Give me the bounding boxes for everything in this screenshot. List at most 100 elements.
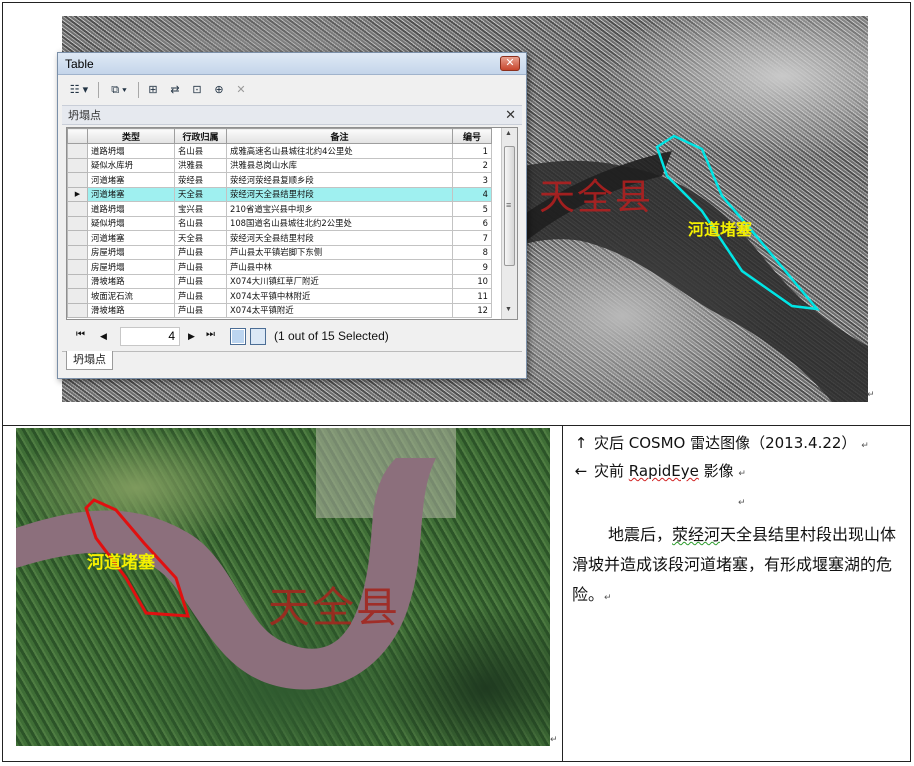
cell-remark[interactable]: 荥经河荥经县复顺乡段 (226, 172, 453, 188)
cell-admin[interactable]: 天全县 (174, 230, 227, 246)
cell-remark[interactable]: 荥经河天全县结里村段 (226, 186, 453, 202)
next-record-icon[interactable]: ▶ (188, 331, 195, 342)
table-row[interactable]: 坡面泥石流 芦山县 X074太平镇中林附近 11 (67, 288, 492, 304)
table-row[interactable]: 滑坡堵路 芦山县 X074太平镇附近 12 (67, 302, 492, 318)
cell-admin[interactable]: 荥经县 (174, 172, 227, 188)
row-selector[interactable] (67, 201, 88, 217)
table-row[interactable]: 滑坡堵路 芦山县 X074大川镇红草厂附近 10 (67, 273, 492, 289)
row-selector[interactable] (67, 230, 88, 246)
cell-remark[interactable]: X074太平镇附近 (226, 302, 453, 318)
zoom-to-selected-button[interactable]: ⊕ (210, 81, 228, 99)
cell-type[interactable]: 滑坡堵路 (87, 302, 175, 318)
cell-id[interactable]: 5 (452, 201, 492, 217)
cell-admin[interactable]: 名山县 (174, 215, 227, 231)
row-selector[interactable] (67, 244, 88, 260)
row-selector-header[interactable] (67, 128, 88, 144)
show-all-records-icon[interactable] (230, 328, 246, 345)
table-row[interactable]: 房屋坍塌 芦山县 芦山县中林 9 (67, 259, 492, 275)
cell-admin[interactable]: 天全县 (174, 186, 227, 202)
clear-selection-button[interactable]: ⊡ (188, 81, 206, 99)
window-close-button[interactable]: ✕ (500, 56, 520, 71)
column-header-type[interactable]: 类型 (87, 128, 175, 144)
cell-admin[interactable]: 洪雅县 (174, 157, 227, 173)
vertical-scrollbar[interactable]: ▲ ≡ ▼ (501, 128, 517, 319)
cell-remark[interactable]: 成雅高速名山县城往北约4公里处 (226, 143, 453, 159)
last-record-icon[interactable]: ⏭ (206, 329, 215, 340)
table-options-button[interactable]: ☷ ▾ (64, 81, 94, 99)
attribute-grid[interactable]: 类型 行政归属 备注 编号 道路坍塌 名山县 成雅高速名山县城往北约4公里处 1 疑似水… (66, 127, 518, 320)
switch-selection-button[interactable]: ⇄ (166, 81, 184, 99)
cell-type[interactable]: 房屋坍塌 (87, 259, 175, 275)
cell-admin[interactable]: 名山县 (174, 143, 227, 159)
cell-type[interactable]: 河道堵塞 (87, 172, 175, 188)
attribute-table-window[interactable]: Table ✕ ☷ ▾ ⧉ ▾ ⊞ ⇄ ⊡ ⊕ ✕ 坍塌点 ✕ 类型 行政归属 … (57, 52, 527, 379)
cell-type[interactable]: 疑似水库坍 (87, 157, 175, 173)
table-row[interactable]: 房屋坍塌 芦山县 芦山县太平镇岩脚下东侧 8 (67, 244, 492, 260)
row-selector[interactable] (67, 215, 88, 231)
cell-id[interactable]: 2 (452, 157, 492, 173)
cell-admin[interactable]: 宝兴县 (174, 201, 227, 217)
cell-type[interactable]: 道路坍塌 (87, 201, 175, 217)
layer-close-icon[interactable]: ✕ (505, 106, 516, 125)
cell-id[interactable]: 7 (452, 230, 492, 246)
cell-id[interactable]: 9 (452, 259, 492, 275)
cell-admin[interactable]: 芦山县 (174, 302, 227, 318)
show-selected-records-icon[interactable] (250, 328, 266, 345)
select-by-attributes-button[interactable]: ⊞ (144, 81, 162, 99)
cell-admin[interactable]: 芦山县 (174, 259, 227, 275)
cell-type[interactable]: 坡面泥石流 (87, 288, 175, 304)
table-row[interactable]: 道路坍塌 名山县 成雅高速名山县城往北约4公里处 1 (67, 143, 492, 159)
scroll-down-icon[interactable]: ▼ (505, 306, 512, 313)
cell-remark[interactable]: 108国道名山县城往北约2公里处 (226, 215, 453, 231)
table-row[interactable]: ▶ 河道堵塞 天全县 荥经河天全县结里村段 4 (67, 186, 492, 202)
cell-type[interactable]: 河道堵塞 (87, 230, 175, 246)
cell-id[interactable]: 11 (452, 288, 492, 304)
cell-id[interactable]: 1 (452, 143, 492, 159)
cell-admin[interactable]: 芦山县 (174, 288, 227, 304)
row-selector[interactable] (67, 302, 88, 318)
row-selector[interactable]: ▶ (67, 186, 88, 202)
cell-id[interactable]: 4 (452, 186, 492, 202)
cell-type[interactable]: 河道堵塞 (87, 186, 175, 202)
table-row[interactable]: 河道堵塞 天全县 荥经河天全县结里村段 7 (67, 230, 492, 246)
cell-admin[interactable]: 芦山县 (174, 273, 227, 289)
column-header-id[interactable]: 编号 (452, 128, 492, 144)
related-tables-button[interactable]: ⧉ ▾ (104, 81, 134, 99)
table-row[interactable]: 河道堵塞 荥经县 荥经河荥经县复顺乡段 3 (67, 172, 492, 188)
rgb-county-label: 天全县 (268, 583, 401, 632)
row-selector[interactable] (67, 259, 88, 275)
table-row[interactable]: 道路坍塌 宝兴县 210省道宝兴县中坝乡 5 (67, 201, 492, 217)
first-record-icon[interactable]: ⏮ (76, 329, 85, 340)
cell-id[interactable]: 3 (452, 172, 492, 188)
cell-remark[interactable]: 洪雅县总岗山水库 (226, 157, 453, 173)
cell-type[interactable]: 滑坡堵路 (87, 273, 175, 289)
cell-remark[interactable]: 210省道宝兴县中坝乡 (226, 201, 453, 217)
cell-remark[interactable]: 芦山县太平镇岩脚下东侧 (226, 244, 453, 260)
current-record-input[interactable]: 4 (120, 327, 180, 346)
previous-record-icon[interactable]: ◀ (100, 331, 107, 342)
cell-remark[interactable]: X074大川镇红草厂附近 (226, 273, 453, 289)
cell-id[interactable]: 10 (452, 273, 492, 289)
delete-selected-button[interactable]: ✕ (232, 81, 250, 99)
table-row[interactable]: 疑似坍塌 名山县 108国道名山县城往北约2公里处 6 (67, 215, 492, 231)
row-selector[interactable] (67, 288, 88, 304)
table-row[interactable]: 疑似水库坍 洪雅县 洪雅县总岗山水库 2 (67, 157, 492, 173)
cell-admin[interactable]: 芦山县 (174, 244, 227, 260)
column-header-admin[interactable]: 行政归属 (174, 128, 227, 144)
row-selector[interactable] (67, 143, 88, 159)
cell-type[interactable]: 道路坍塌 (87, 143, 175, 159)
column-header-remark[interactable]: 备注 (226, 128, 453, 144)
row-selector[interactable] (67, 172, 88, 188)
cell-type[interactable]: 房屋坍塌 (87, 244, 175, 260)
row-selector[interactable] (67, 157, 88, 173)
cell-remark[interactable]: 芦山县中林 (226, 259, 453, 275)
table-tab-collapse-points[interactable]: 坍塌点 (66, 351, 113, 370)
cell-id[interactable]: 8 (452, 244, 492, 260)
row-selector[interactable] (67, 273, 88, 289)
cell-type[interactable]: 疑似坍塌 (87, 215, 175, 231)
cell-id[interactable]: 6 (452, 215, 492, 231)
cell-remark[interactable]: X074太平镇中林附近 (226, 288, 453, 304)
cell-id[interactable]: 12 (452, 302, 492, 318)
cell-remark[interactable]: 荥经河天全县结里村段 (226, 230, 453, 246)
scroll-up-icon[interactable]: ▲ (505, 130, 512, 137)
